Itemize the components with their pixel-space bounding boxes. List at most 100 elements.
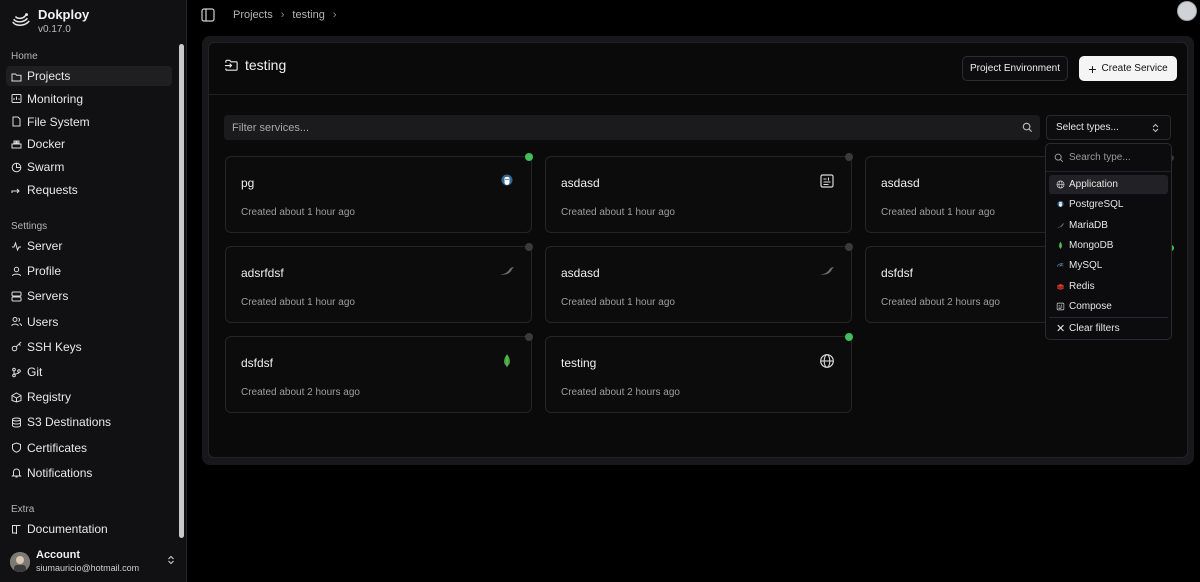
package-icon <box>11 392 22 403</box>
brand-version: v0.17.0 <box>38 24 71 35</box>
type-option-compose[interactable]: Compose <box>1049 297 1168 316</box>
sidebar-item-ssh-keys[interactable]: SSH Keys <box>6 337 172 357</box>
service-card[interactable]: adsrfdsf Created about 1 hour ago <box>225 246 532 323</box>
sidebar-item-projects[interactable]: Projects <box>6 66 172 86</box>
create-service-button[interactable]: + Create Service <box>1079 56 1177 81</box>
file-icon <box>12 116 21 127</box>
project-environment-button[interactable]: Project Environment <box>962 56 1068 81</box>
project-name: testing <box>245 57 287 73</box>
mariadb-icon <box>500 267 514 275</box>
sidebar-item-notifications[interactable]: Notifications <box>6 463 172 483</box>
service-card[interactable]: testing Created about 2 hours ago <box>545 336 852 413</box>
mariadb-icon <box>820 267 834 275</box>
type-search-input[interactable]: Search type... <box>1046 144 1171 172</box>
sidebar-item-label: Docker <box>27 137 66 152</box>
sidebar-item-label: File System <box>27 114 90 129</box>
service-created: Created about 1 hour ago <box>561 297 675 308</box>
breadcrumb-projects[interactable]: Projects <box>233 9 273 21</box>
brand[interactable]: Dokploy v0.17.0 <box>10 7 89 37</box>
service-created: Created about 1 hour ago <box>881 207 995 218</box>
activity-icon <box>12 240 21 251</box>
mariadb-icon <box>1056 222 1065 228</box>
type-option-mongodb[interactable]: MongoDB <box>1049 236 1168 255</box>
type-option-label: Application <box>1069 179 1118 190</box>
chart-icon <box>11 94 22 104</box>
clear-filters-button[interactable]: ✕ Clear filters <box>1049 319 1168 338</box>
sidebar-item-users[interactable]: Users <box>6 312 172 332</box>
sidebar-item-label: Registry <box>27 390 72 405</box>
type-option-label: Compose <box>1069 300 1112 312</box>
sidebar-item-s3-destinations[interactable]: S3 Destinations <box>6 412 172 432</box>
breadcrumb-current[interactable]: testing <box>292 9 324 21</box>
chevrons-up-down-icon <box>1152 123 1159 133</box>
sidebar-toggle-icon[interactable] <box>201 8 215 22</box>
type-option-mysql[interactable]: MySQL <box>1049 256 1168 275</box>
service-type-select[interactable]: Select types... <box>1046 115 1171 140</box>
folder-icon <box>11 73 22 81</box>
sidebar-item-label: Users <box>27 314 59 329</box>
group-label-extra: Extra <box>11 504 35 515</box>
top-user-avatar[interactable] <box>1177 1 1197 21</box>
postgres-icon <box>501 174 513 186</box>
group-label-settings: Settings <box>11 221 48 232</box>
sidebar-item-label: S3 Destinations <box>27 415 112 430</box>
users-icon <box>11 317 22 327</box>
sidebar-item-label: Requests <box>27 183 78 197</box>
service-name: pg <box>241 176 255 190</box>
type-option-postgresql[interactable]: PostgreSQL <box>1049 195 1168 214</box>
type-search-placeholder: Search type... <box>1069 152 1131 163</box>
sidebar-item-label: Documentation <box>27 522 108 536</box>
avatar <box>10 551 30 572</box>
sidebar-item-monitoring[interactable]: Monitoring <box>6 89 172 109</box>
type-option-label: MariaDB <box>1069 219 1108 231</box>
chevron-right-icon: › <box>332 9 337 21</box>
sidebar-item-git[interactable]: Git <box>6 362 172 382</box>
clear-filters-label: Clear filters <box>1069 323 1120 334</box>
sidebar-scroll-thumb[interactable] <box>179 44 184 538</box>
sidebar-item-label: Git <box>27 365 43 379</box>
service-created: Created about 2 hours ago <box>241 387 360 398</box>
sidebar-item-file-system[interactable]: File System <box>6 112 172 132</box>
service-card[interactable]: dsfdsf Created about 2 hours ago <box>225 336 532 413</box>
compose-icon <box>820 174 834 188</box>
chevrons-up-down-icon <box>168 555 174 565</box>
service-name: dsfdsf <box>881 266 914 280</box>
account-name: Account <box>36 549 80 561</box>
filter-services-input[interactable]: Filter services... <box>224 115 1040 140</box>
sidebar-item-registry[interactable]: Registry <box>6 387 172 407</box>
pie-icon <box>11 162 22 172</box>
service-card[interactable]: pg Created about 1 hour ago <box>225 156 532 233</box>
chevron-right-icon: › <box>280 9 285 21</box>
status-dot <box>525 243 533 251</box>
sidebar-item-label: Profile <box>27 264 62 279</box>
mongodb-icon <box>1058 241 1063 250</box>
sidebar-item-swarm[interactable]: Swarm <box>6 157 172 177</box>
sidebar-item-docker[interactable]: Docker <box>6 134 172 154</box>
book-icon <box>12 524 21 534</box>
account-menu[interactable]: Account siumauricio@hotmail.com <box>10 549 180 574</box>
service-created: Created about 2 hours ago <box>881 297 1000 308</box>
sidebar-item-server[interactable]: Server <box>6 236 172 256</box>
sidebar-item-servers[interactable]: Servers <box>6 286 172 306</box>
sidebar-item-label: Monitoring <box>27 91 84 106</box>
status-dot <box>845 243 853 251</box>
bell-icon <box>11 468 22 478</box>
type-option-mariadb[interactable]: MariaDB <box>1049 216 1168 235</box>
status-dot <box>845 333 853 341</box>
sidebar-item-documentation[interactable]: Documentation <box>6 519 172 539</box>
type-option-application[interactable]: Application <box>1049 175 1168 194</box>
postgres-icon <box>1057 201 1064 208</box>
brand-name: Dokploy <box>38 7 90 22</box>
redis-icon <box>1057 283 1064 290</box>
page-title: testing <box>224 57 286 73</box>
service-card[interactable]: asdasd Created about 1 hour ago <box>545 246 852 323</box>
sidebar-item-certificates[interactable]: Certificates <box>6 438 172 458</box>
sidebar-item-profile[interactable]: Profile <box>6 261 172 281</box>
service-card[interactable]: asdasd Created about 1 hour ago <box>545 156 852 233</box>
plus-icon: + <box>1088 60 1097 77</box>
divider <box>208 94 1188 95</box>
sidebar-item-requests[interactable]: Requests <box>6 180 172 200</box>
sidebar-item-label: Certificates <box>27 440 88 455</box>
type-option-redis[interactable]: Redis <box>1049 277 1168 296</box>
status-dot <box>845 153 853 161</box>
